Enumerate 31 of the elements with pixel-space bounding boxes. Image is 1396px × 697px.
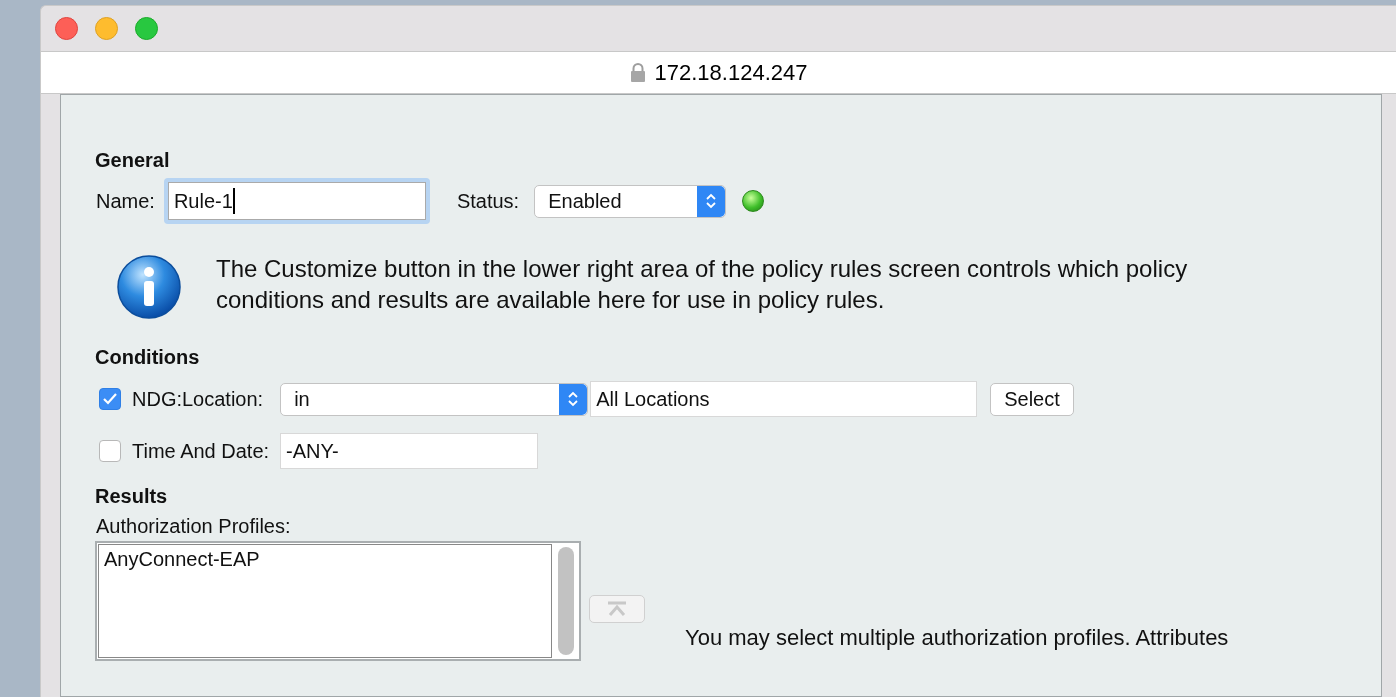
stepper-icon: [559, 383, 588, 415]
field-label: Authorization Profiles:: [96, 514, 292, 538]
value-field[interactable]: -ANY-: [280, 433, 539, 469]
address-bar[interactable]: 172.18.124.247: [41, 51, 1396, 94]
arrow-up-to-line-icon: [606, 601, 628, 617]
condition-label: Time And Date:: [132, 439, 270, 464]
minimize-icon[interactable]: [95, 17, 118, 40]
select-button[interactable]: Select: [990, 382, 1074, 416]
operator-dropdown[interactable]: in: [280, 382, 589, 416]
checkbox[interactable]: [99, 440, 121, 462]
section-heading: General: [95, 148, 171, 173]
value-field[interactable]: All Locations: [590, 381, 978, 417]
field-label: Name:: [96, 189, 155, 214]
field-label: Status:: [456, 189, 520, 214]
stepper-icon: [697, 185, 726, 217]
section-heading: Conditions: [95, 345, 201, 370]
profiles-note: You may select multiple authorization profiles. Attributes: [685, 625, 1229, 652]
url-text: 172.18.124.247: [654, 59, 808, 87]
condition-label: NDG:Location:: [132, 387, 264, 412]
scrollbar[interactable]: [558, 547, 574, 655]
maximize-icon[interactable]: [135, 17, 158, 40]
status-dropdown[interactable]: Enabled: [534, 184, 727, 218]
checkmark-icon: [103, 393, 117, 405]
info-icon: [116, 254, 182, 320]
checkbox[interactable]: [99, 388, 121, 410]
close-icon[interactable]: [55, 17, 78, 40]
move-top-button[interactable]: [589, 595, 645, 623]
section-heading: Results: [95, 484, 169, 509]
info-text: The Customize button in the lower right area of the policy rules screen controls which policy conditions and results are available here for use in policy rules.: [216, 254, 1189, 315]
profiles-list[interactable]: AnyConnect-EAP: [95, 541, 581, 661]
name-field[interactable]: Rule-1: [163, 178, 430, 224]
